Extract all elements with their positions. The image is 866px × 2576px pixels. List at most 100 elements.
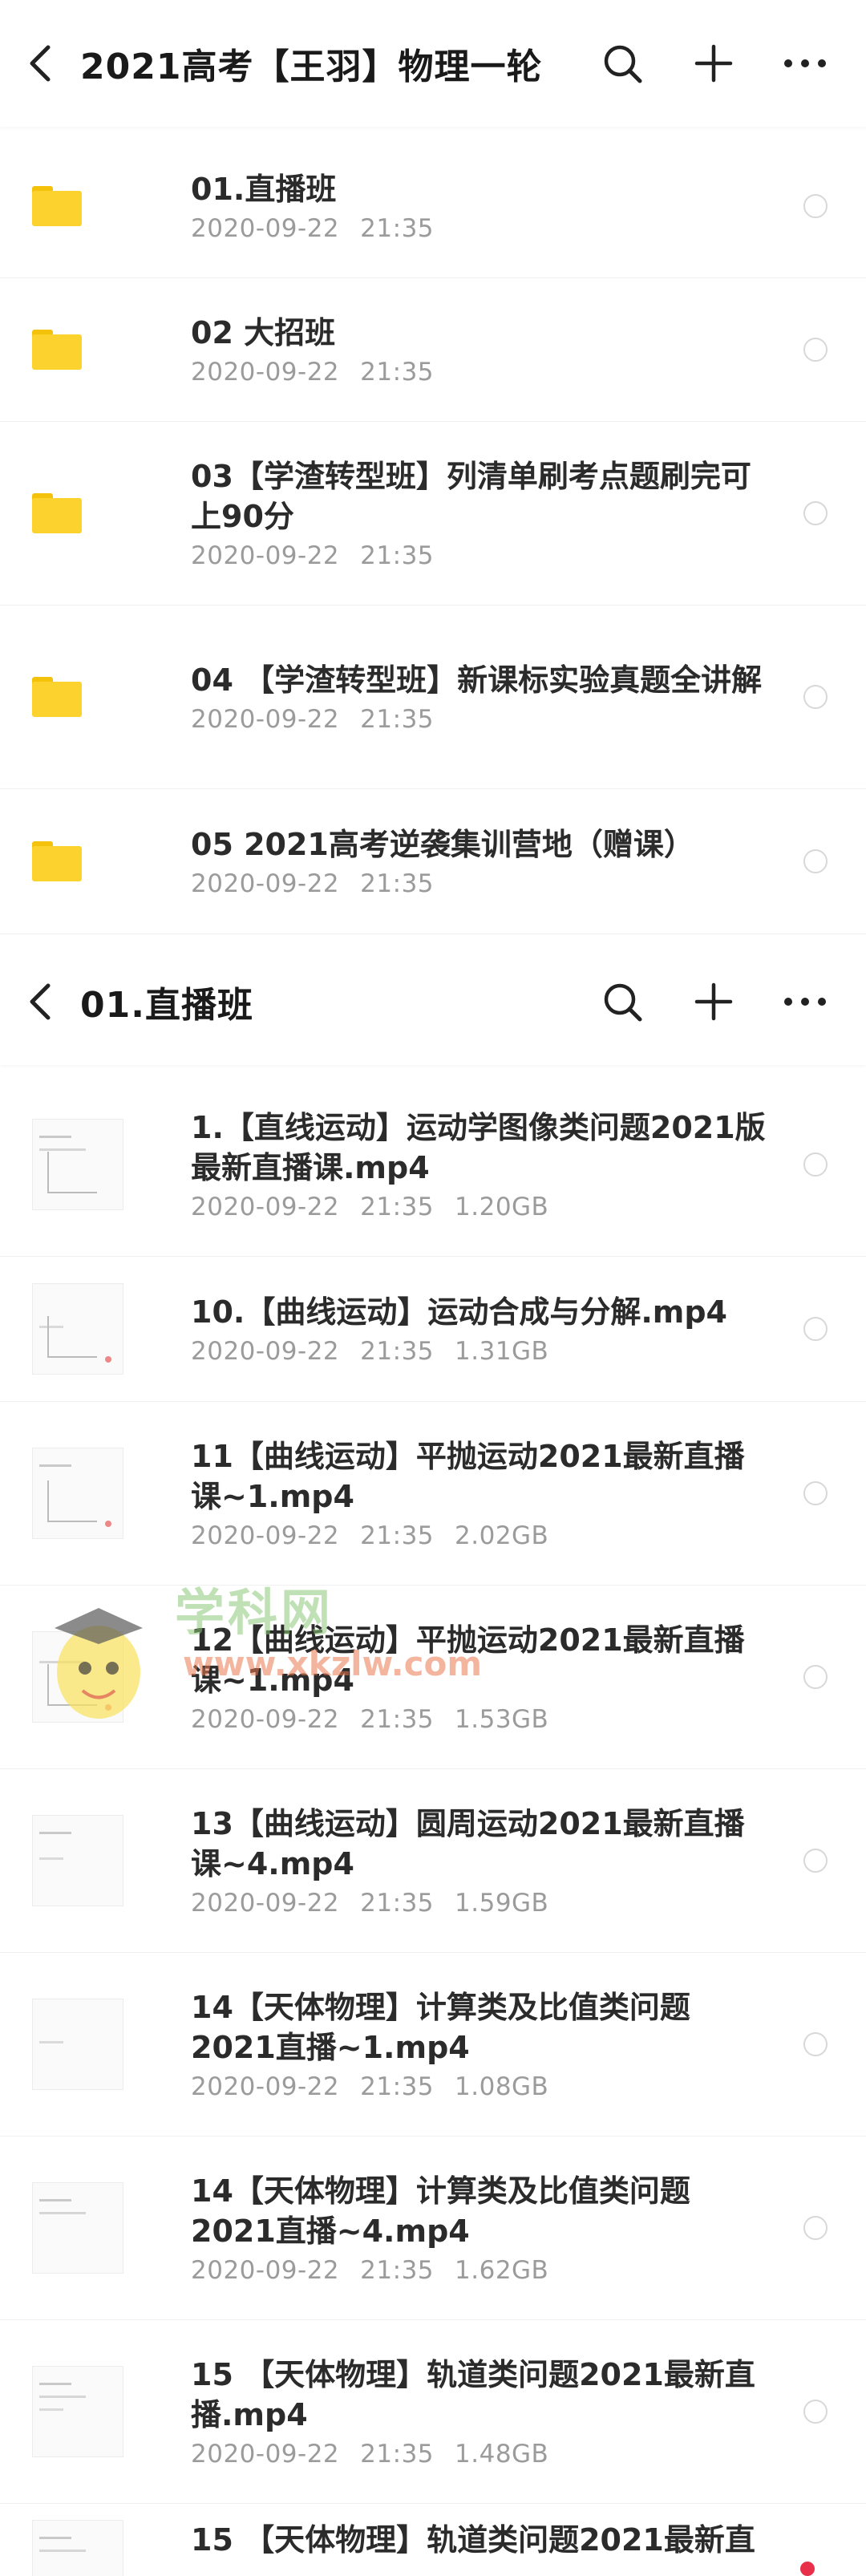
- file-time: 21:35: [360, 2440, 435, 2469]
- page-title: 2021高考【王羽】物理一轮: [80, 47, 543, 87]
- scroll-indicator[interactable]: [800, 2562, 815, 2576]
- file-size: 1.59GB: [455, 1889, 549, 1918]
- search-icon: [604, 983, 642, 1022]
- file-date: 2020-09-22: [191, 1193, 340, 1221]
- select-radio[interactable]: [803, 501, 828, 525]
- folder-row[interactable]: 05 2021高考逆袭集训营地（赠课） 2020-09-22 21:35: [0, 789, 866, 934]
- file-name: 12【曲线运动】平抛运动2021最新直播课~1.mp4: [191, 1622, 745, 1698]
- file-size: 1.31GB: [455, 1337, 549, 1366]
- toolbar-actions: [563, 970, 837, 1034]
- folder-time: 21:35: [360, 214, 435, 243]
- back-button[interactable]: [0, 962, 80, 1042]
- select-radio[interactable]: [803, 1665, 828, 1689]
- file-size: 1.08GB: [455, 2072, 549, 2101]
- plus-icon: [694, 44, 733, 83]
- folder-row[interactable]: 04 【学渣转型班】新课标实验真题全讲解 2020-09-22 21:35: [0, 606, 866, 789]
- folder-name: 05 2021高考逆袭集训营地（赠课）: [191, 827, 694, 862]
- file-date: 2020-09-22: [191, 1889, 340, 1918]
- folder-time: 21:35: [360, 869, 435, 898]
- video-thumbnail: [32, 1631, 123, 1723]
- folder-date: 2020-09-22: [191, 705, 340, 734]
- more-button[interactable]: [773, 970, 837, 1034]
- file-name: 13【曲线运动】圆周运动2021最新直播课~4.mp4: [191, 1806, 745, 1881]
- select-radio[interactable]: [803, 2032, 828, 2056]
- select-radio[interactable]: [803, 1849, 828, 1873]
- file-view-root: 01.直播班 1.【直线运动】运动学图像类问题2021版最新直播课.mp4 20…: [0, 938, 866, 2576]
- select-radio[interactable]: [803, 849, 828, 873]
- video-thumbnail: [32, 1999, 123, 2090]
- select-radio[interactable]: [803, 338, 828, 362]
- folder-row[interactable]: 03【学渣转型班】列清单刷考点题刷完可上90分 2020-09-22 21:35: [0, 422, 866, 606]
- back-button[interactable]: [0, 23, 80, 103]
- folder-icon: [32, 493, 128, 533]
- more-horizontal-icon: [784, 59, 826, 67]
- video-thumbnail: [32, 1448, 123, 1539]
- folder-list: 01.直播班 2020-09-22 21:35 02 大招班 2020-09-22…: [0, 127, 866, 934]
- chevron-left-icon: [30, 983, 51, 1020]
- file-time: 21:35: [360, 2256, 435, 2285]
- file-name: 11【曲线运动】平抛运动2021最新直播课~1.mp4: [191, 1439, 745, 1514]
- file-size: 1.62GB: [455, 2256, 549, 2285]
- file-size: 2.02GB: [455, 1521, 549, 1550]
- video-thumbnail: [32, 1119, 123, 1210]
- video-thumbnail: [32, 1815, 123, 1906]
- file-date: 2020-09-22: [191, 1337, 340, 1366]
- file-size: 1.20GB: [455, 1193, 549, 1221]
- select-radio[interactable]: [803, 685, 828, 709]
- select-radio[interactable]: [803, 194, 828, 218]
- toolbar-actions: [563, 31, 837, 95]
- file-row[interactable]: 1.【直线运动】运动学图像类问题2021版最新直播课.mp4 2020-09-2…: [0, 1073, 866, 1257]
- file-time: 21:35: [360, 1193, 435, 1221]
- video-thumbnail: [32, 2520, 123, 2576]
- file-name: 15 【天体物理】轨道类问题2021最新直: [191, 2522, 755, 2558]
- more-button[interactable]: [773, 31, 837, 95]
- file-name: 10.【曲线运动】运动合成与分解.mp4: [191, 1294, 727, 1330]
- select-radio[interactable]: [803, 1481, 828, 1505]
- file-name: 14【天体物理】计算类及比值类问题2021直播~1.mp4: [191, 1990, 690, 2065]
- file-date: 2020-09-22: [191, 1705, 340, 1734]
- file-date: 2020-09-22: [191, 2256, 340, 2285]
- select-radio[interactable]: [803, 2400, 828, 2424]
- file-time: 21:35: [360, 1337, 435, 1366]
- search-button[interactable]: [590, 31, 654, 95]
- top-bar: 01.直播班: [0, 938, 866, 1065]
- file-row[interactable]: 14【天体物理】计算类及比值类问题2021直播~1.mp4 2020-09-22…: [0, 1953, 866, 2137]
- file-time: 21:35: [360, 1521, 435, 1550]
- chevron-left-icon: [30, 45, 51, 82]
- folder-name: 02 大招班: [191, 315, 336, 350]
- select-radio[interactable]: [803, 1152, 828, 1177]
- file-name: 14【天体物理】计算类及比值类问题2021直播~4.mp4: [191, 2173, 690, 2249]
- add-button[interactable]: [682, 970, 746, 1034]
- search-button[interactable]: [590, 970, 654, 1034]
- file-time: 21:35: [360, 2072, 435, 2101]
- file-size: 1.53GB: [455, 1705, 549, 1734]
- video-thumbnail: [32, 1283, 123, 1375]
- file-row[interactable]: 11【曲线运动】平抛运动2021最新直播课~1.mp4 2020-09-22 21…: [0, 1402, 866, 1586]
- file-row[interactable]: 15 【天体物理】轨道类问题2021最新直播.mp4 2020-09-22 21:…: [0, 2320, 866, 2504]
- file-row[interactable]: 10.【曲线运动】运动合成与分解.mp4 2020-09-22 21:35 1.31…: [0, 1257, 866, 1402]
- file-date: 2020-09-22: [191, 2440, 340, 2469]
- folder-icon: [32, 186, 128, 226]
- file-row[interactable]: 12【曲线运动】平抛运动2021最新直播课~1.mp4 2020-09-22 21…: [0, 1586, 866, 1769]
- file-row[interactable]: 15 【天体物理】轨道类问题2021最新直: [0, 2504, 866, 2576]
- plus-icon: [694, 982, 733, 1021]
- folder-row[interactable]: 01.直播班 2020-09-22 21:35: [0, 135, 866, 278]
- folder-time: 21:35: [360, 541, 435, 570]
- folder-time: 21:35: [360, 358, 435, 387]
- file-name: 15 【天体物理】轨道类问题2021最新直播.mp4: [191, 2357, 755, 2432]
- file-time: 21:35: [360, 1889, 435, 1918]
- folder-date: 2020-09-22: [191, 869, 340, 898]
- folder-icon: [32, 841, 128, 881]
- file-row[interactable]: 14【天体物理】计算类及比值类问题2021直播~4.mp4 2020-09-22…: [0, 2137, 866, 2320]
- folder-date: 2020-09-22: [191, 358, 340, 387]
- top-bar: 2021高考【王羽】物理一轮: [0, 0, 866, 127]
- folder-name: 01.直播班: [191, 172, 337, 207]
- folder-view-root: 2021高考【王羽】物理一轮 01.直播班 2020-09-22 21:35 0…: [0, 0, 866, 938]
- file-row[interactable]: 13【曲线运动】圆周运动2021最新直播课~4.mp4 2020-09-22 21…: [0, 1769, 866, 1953]
- folder-row[interactable]: 02 大招班 2020-09-22 21:35: [0, 278, 866, 422]
- folder-name: 04 【学渣转型班】新课标实验真题全讲解: [191, 662, 763, 698]
- folder-name: 03【学渣转型班】列清单刷考点题刷完可上90分: [191, 459, 751, 534]
- select-radio[interactable]: [803, 2216, 828, 2240]
- select-radio[interactable]: [803, 1317, 828, 1341]
- add-button[interactable]: [682, 31, 746, 95]
